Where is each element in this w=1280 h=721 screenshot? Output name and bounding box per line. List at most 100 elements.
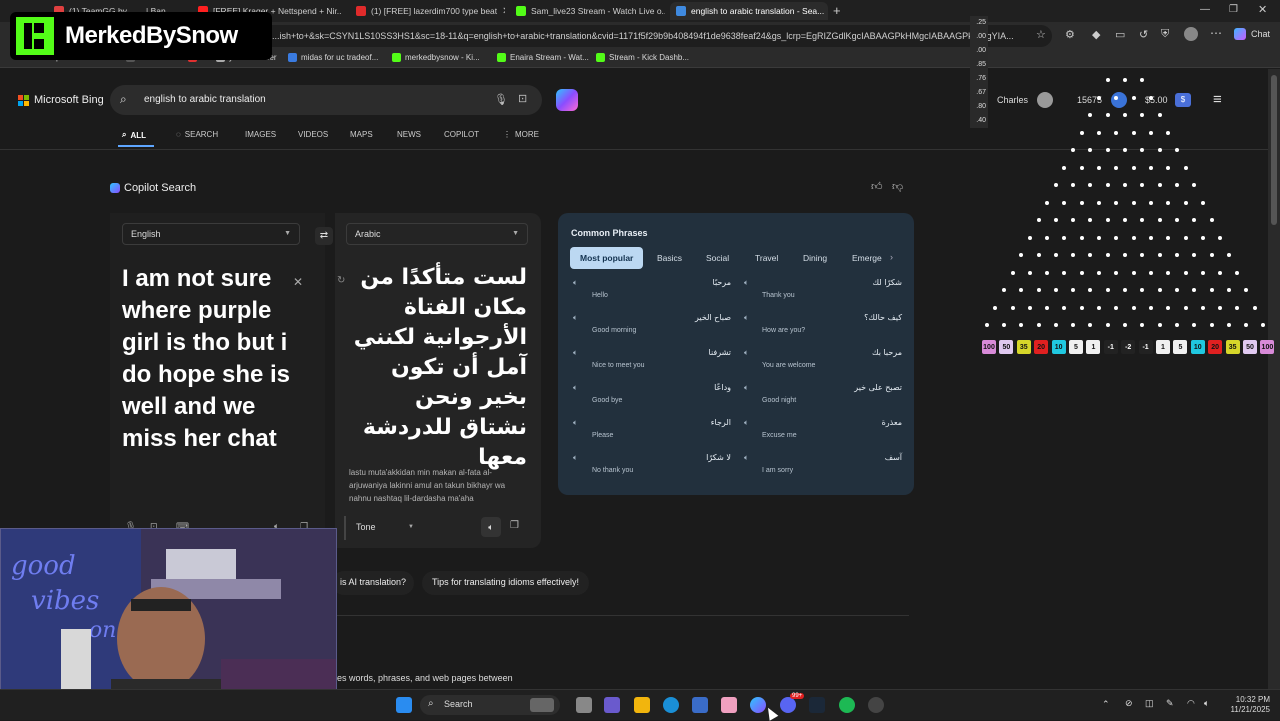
speaker-icon[interactable]: 🔈︎ — [573, 383, 578, 393]
copy-icon[interactable]: ❐ — [510, 520, 519, 531]
plinko-peg — [1019, 253, 1024, 257]
clear-text-icon[interactable]: ✕ — [293, 275, 303, 289]
history-icon[interactable]: ↺ — [1139, 28, 1148, 41]
tab-images[interactable]: IMAGES — [245, 130, 276, 139]
extension-icon[interactable]: ◆ — [1092, 28, 1100, 41]
file-explorer-icon[interactable] — [634, 697, 650, 713]
browser-tab-active[interactable]: english to arabic translation - Sea... ✕ — [670, 2, 828, 20]
chevron-up-icon[interactable]: ⌃ — [1102, 699, 1110, 710]
visual-search-icon[interactable]: ⊡ — [518, 92, 527, 105]
speaker-icon[interactable]: 🔈︎ — [573, 278, 578, 288]
steam-icon[interactable] — [809, 697, 825, 713]
speaker-icon[interactable]: 🔈︎ — [744, 418, 749, 428]
phrases-tab-basics[interactable]: Basics — [647, 247, 692, 269]
tab-news[interactable]: NEWS — [397, 130, 421, 139]
plinko-peg — [1166, 305, 1171, 310]
tab-maps[interactable]: MAPS — [350, 130, 373, 139]
search-box[interactable]: ⌕ english to arabic translation 🎙 ⊡ — [110, 85, 542, 115]
speaker-icon[interactable]: 🔈︎ — [744, 383, 749, 393]
favorite-label: midas for uc tradeof... — [301, 53, 379, 62]
thumbs-up-icon[interactable]: 👍︎ — [871, 180, 883, 193]
source-text-input[interactable]: I am not sure where purple girl is tho b… — [122, 263, 297, 455]
phrases-tab-most-popular[interactable]: Most popular — [570, 247, 644, 269]
minimize-button[interactable]: — — [1200, 4, 1210, 15]
speaker-icon[interactable]: 🔈︎ — [573, 348, 578, 358]
plinko-peg — [1105, 148, 1110, 152]
source-language-select[interactable]: English ▼ — [122, 223, 300, 245]
extensions-icon[interactable]: ⚙ — [1065, 28, 1075, 41]
volume-icon[interactable]: 🔈︎ — [1204, 698, 1209, 709]
favorite-link[interactable]: merkedbysnow - Ki... — [392, 53, 480, 62]
favorite-link[interactable]: Enaira Stream - Wat... — [497, 53, 589, 62]
tab-all[interactable]: ⌕ ALL — [122, 130, 146, 140]
speaker-icon[interactable]: 🔈︎ — [744, 453, 749, 463]
tab-search[interactable]: ◌ SEARCH — [176, 130, 218, 139]
phrases-tab-dining[interactable]: Dining — [793, 247, 837, 269]
bing-logo[interactable]: Microsoft Bing — [18, 94, 104, 106]
phrases-tab-social[interactable]: Social — [696, 247, 739, 269]
speaker-icon[interactable]: 🔈︎ — [573, 313, 578, 323]
shield-icon[interactable]: ⛨ — [1161, 28, 1169, 41]
address-bar[interactable]: ...ish+to+&sk=CSYN1LS10SS3HS1&sc=18-11&q… — [262, 25, 1052, 47]
tab-videos[interactable]: VIDEOS — [298, 130, 328, 139]
tray-app-icon[interactable]: ◫ — [1145, 698, 1154, 709]
maximize-button[interactable]: ❐ — [1229, 4, 1238, 15]
edge-icon[interactable] — [663, 697, 679, 713]
plinko-peg — [1079, 235, 1084, 240]
more-menu-icon[interactable]: ⋯ — [1210, 26, 1222, 40]
plinko-peg — [1174, 323, 1179, 327]
profile-avatar[interactable] — [1184, 27, 1198, 41]
teams-icon[interactable] — [604, 697, 620, 713]
tab-copilot[interactable]: COPILOT — [444, 130, 479, 139]
suggestion-chip[interactable]: Tips for translating idioms effectively! — [422, 571, 590, 595]
copilot-icon[interactable] — [1234, 28, 1246, 40]
suggestion-chip[interactable]: is AI translation? — [332, 571, 415, 595]
speaker-icon[interactable]: 🔈︎ — [573, 418, 578, 428]
wifi-icon[interactable]: ◠ — [1187, 698, 1195, 709]
plinko-peg — [1123, 113, 1127, 117]
favorite-star-icon[interactable]: ☆ — [1036, 28, 1046, 41]
speaker-icon[interactable]: 🔈︎ — [573, 453, 578, 463]
search-input[interactable]: english to arabic translation — [144, 94, 266, 105]
plinko-peg — [1071, 323, 1076, 327]
notification-icon[interactable]: ⊘ — [1125, 698, 1133, 709]
store-icon[interactable] — [692, 697, 708, 713]
spotify-icon[interactable] — [839, 697, 855, 713]
swap-languages-button[interactable]: ⇄ — [315, 227, 333, 245]
thumbs-down-icon[interactable]: 👎︎ — [892, 180, 903, 193]
taskbar-search[interactable]: ⌕ Search — [420, 695, 560, 715]
plinko-peg — [1088, 148, 1093, 152]
speaker-icon[interactable]: 🔈︎ — [744, 348, 749, 358]
split-screen-icon[interactable]: ▭ — [1115, 28, 1125, 41]
close-tab-icon[interactable]: ✕ — [502, 6, 505, 17]
favorite-link[interactable]: midas for uc tradeof... — [288, 53, 378, 62]
windows-start-icon[interactable] — [396, 697, 412, 713]
tab-more[interactable]: ⋮ MORE — [503, 130, 539, 139]
speaker-icon[interactable]: 🔈︎ — [481, 517, 501, 537]
tone-select[interactable]: Tone ▼ — [344, 516, 420, 540]
new-tab-button[interactable]: + — [833, 3, 841, 18]
copilot-icon[interactable] — [556, 89, 578, 111]
browser-tab-5[interactable]: Sam_live23 Stream - Watch Live o... ✕ — [510, 2, 665, 20]
microphone-icon[interactable]: 🎙 — [494, 93, 508, 106]
chevron-right-icon[interactable]: › — [890, 252, 893, 262]
plinko-peg — [1071, 253, 1076, 257]
discord-icon[interactable] — [780, 697, 796, 713]
phrases-tab-emergency[interactable]: Emerge — [842, 247, 892, 269]
app-icon[interactable] — [721, 697, 737, 713]
plinko-peg — [1062, 200, 1067, 205]
target-language-select[interactable]: Arabic ▼ — [346, 223, 528, 245]
plinko-peg — [1209, 253, 1214, 257]
plinko-peg — [1071, 148, 1076, 152]
favorite-link[interactable]: Stream - Kick Dashb... — [596, 53, 689, 62]
speaker-icon[interactable]: 🔈︎ — [744, 278, 749, 288]
speaker-icon[interactable]: 🔈︎ — [744, 313, 749, 323]
pen-icon[interactable]: ✎ — [1166, 698, 1174, 709]
close-window-button[interactable]: ✕ — [1258, 3, 1267, 16]
task-view-icon[interactable] — [576, 697, 592, 713]
chat-button[interactable]: Chat — [1251, 29, 1270, 39]
browser-tab-4[interactable]: (1) [FREE] lazerdim700 type beat ✕ — [350, 2, 505, 20]
clock[interactable]: 10:32 PM 11/21/2025 — [1226, 695, 1270, 715]
obs-icon[interactable] — [868, 697, 884, 713]
phrases-tab-travel[interactable]: Travel — [745, 247, 788, 269]
